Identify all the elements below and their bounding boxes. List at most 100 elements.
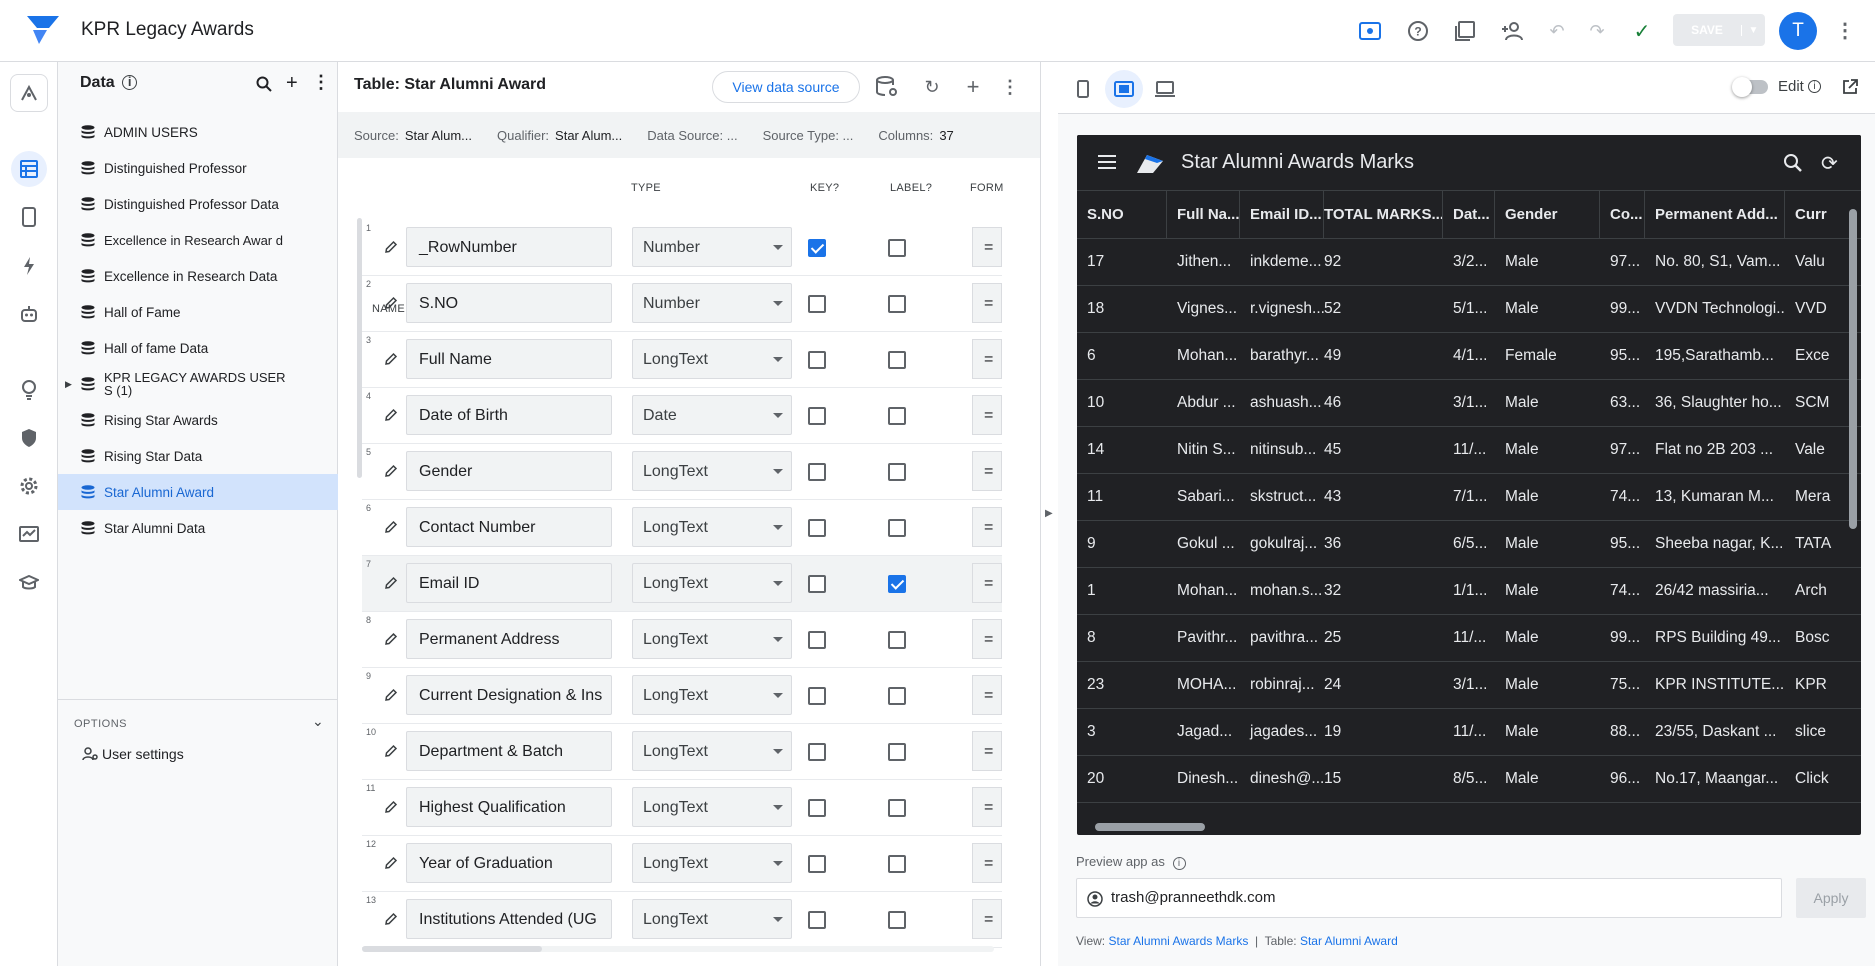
table-row[interactable]: 12 Year of Graduation LongText = <box>362 836 1002 892</box>
edit-pencil-icon[interactable] <box>384 632 398 646</box>
footer-view-link[interactable]: Star Alumni Awards Marks <box>1108 934 1248 948</box>
key-checkbox[interactable] <box>808 687 826 705</box>
formula-input[interactable]: = <box>972 619 1002 659</box>
column-type-select[interactable]: Number <box>632 227 792 267</box>
column-type-select[interactable]: Number <box>632 283 792 323</box>
grid-row[interactable]: 6 Mohan... barathyr... 49 4/1... Female 95... 1… <box>1077 333 1861 380</box>
rail-security-icon[interactable] <box>11 420 47 456</box>
column-name-input[interactable]: Contact Number <box>406 507 612 547</box>
label-checkbox[interactable] <box>888 799 906 817</box>
table-row[interactable]: 7 Email ID LongText = <box>362 556 1002 612</box>
open-external-icon[interactable] <box>1842 79 1858 95</box>
key-checkbox[interactable] <box>808 295 826 313</box>
sidebar-item-table[interactable]: Hall of Fame <box>58 294 338 330</box>
grid-row[interactable]: 17 Jithen... inkdeme... 92 3/2... Male 97... No… <box>1077 239 1861 286</box>
column-name-input[interactable]: Current Designation & Ins <box>406 675 612 715</box>
key-checkbox[interactable] <box>808 743 826 761</box>
formula-input[interactable]: = <box>972 787 1002 827</box>
table-row[interactable]: 9 Current Designation & Ins LongText = <box>362 668 1002 724</box>
apply-button[interactable]: Apply <box>1796 878 1866 918</box>
edit-toggle[interactable] <box>1732 77 1768 97</box>
formula-input[interactable]: = <box>972 563 1002 603</box>
app-title[interactable]: KPR Legacy Awards <box>81 19 254 41</box>
table-row[interactable]: 1 _RowNumber Number = <box>362 220 1002 276</box>
avatar[interactable]: T <box>1779 12 1817 50</box>
rail-automation-icon[interactable] <box>11 248 47 284</box>
grid-row[interactable]: 23 MOHA... robinraj... 24 3/1... Male 75... KPR… <box>1077 662 1861 709</box>
formula-input[interactable]: = <box>972 451 1002 491</box>
table-row[interactable]: 4 Date of Birth Date = <box>362 388 1002 444</box>
column-type-select[interactable]: LongText <box>632 899 792 939</box>
check-icon[interactable]: ✓ <box>1629 18 1655 44</box>
grid-row[interactable]: 9 Gokul ... gokulraj... 36 6/5... Male 95... Sh… <box>1077 521 1861 568</box>
grid-header-cell[interactable]: S.NO <box>1077 191 1167 238</box>
edit-pencil-icon[interactable] <box>384 688 398 702</box>
label-checkbox[interactable] <box>888 407 906 425</box>
sidebar-item-table[interactable]: Distinguished Professor Data <box>58 186 338 222</box>
grid-header-cell[interactable]: Email ID... <box>1240 191 1324 238</box>
column-type-select[interactable]: LongText <box>632 339 792 379</box>
chevron-down-icon[interactable]: ⌄ <box>312 713 324 730</box>
rail-idea-icon[interactable] <box>11 372 47 408</box>
column-type-select[interactable]: LongText <box>632 563 792 603</box>
help-icon[interactable]: ? <box>1405 18 1431 44</box>
grid-header-cell[interactable]: Co... <box>1600 191 1645 238</box>
label-checkbox[interactable] <box>888 351 906 369</box>
grid-header-cell[interactable]: TOTAL MARKS... <box>1314 191 1443 238</box>
appsheet-logo-icon[interactable] <box>27 16 59 46</box>
app-vertical-scrollbar[interactable] <box>1849 209 1857 529</box>
database-settings-icon[interactable] <box>874 74 900 100</box>
hamburger-menu-icon[interactable] <box>1097 154 1117 170</box>
add-person-icon[interactable] <box>1500 18 1526 44</box>
table-horizontal-scrollbar[interactable] <box>362 946 994 952</box>
save-button[interactable]: SAVE ▼ <box>1673 14 1765 46</box>
grid-header-cell[interactable]: Gender <box>1495 191 1600 238</box>
meta-datasource[interactable]: Data Source: ... <box>647 128 737 143</box>
sidebar-item-table[interactable]: Hall of fame Data <box>58 330 338 366</box>
sidebar-item-table[interactable]: Rising Star Awards <box>58 402 338 438</box>
edit-pencil-icon[interactable] <box>384 520 398 534</box>
data-more-icon[interactable]: ⋮ <box>312 72 330 93</box>
sidebar-item-table[interactable]: Excellence in Research Awar d <box>58 222 338 258</box>
app-sync-icon[interactable]: ⟳ <box>1821 151 1838 176</box>
sidebar-item-table[interactable]: Star Alumni Award <box>58 474 338 510</box>
meta-sourcetype[interactable]: Source Type: ... <box>763 128 854 143</box>
key-checkbox[interactable] <box>808 911 826 929</box>
label-checkbox[interactable] <box>888 911 906 929</box>
panel-splitter[interactable]: ▶ <box>1040 62 1058 966</box>
label-checkbox[interactable] <box>888 295 906 313</box>
column-name-input[interactable]: Department & Batch <box>406 731 612 771</box>
edit-pencil-icon[interactable] <box>384 240 398 254</box>
rail-bot-icon[interactable] <box>11 296 47 332</box>
grid-row[interactable]: 3 Jagad... jagades... 19 11/... Male 88... 23/5… <box>1077 709 1861 756</box>
label-checkbox[interactable] <box>888 631 906 649</box>
edit-pencil-icon[interactable] <box>384 408 398 422</box>
column-name-input[interactable]: Institutions Attended (UG <box>406 899 612 939</box>
edit-pencil-icon[interactable] <box>384 856 398 870</box>
key-checkbox[interactable] <box>808 799 826 817</box>
label-checkbox[interactable] <box>888 575 906 593</box>
grid-row[interactable]: 11 Sabari... skstruct... 43 7/1... Male 74... 1… <box>1077 474 1861 521</box>
key-checkbox[interactable] <box>808 575 826 593</box>
column-type-select[interactable]: LongText <box>632 451 792 491</box>
formula-input[interactable]: = <box>972 227 1002 267</box>
column-type-select[interactable]: LongText <box>632 619 792 659</box>
column-name-input[interactable]: S.NO <box>406 283 612 323</box>
user-settings-link[interactable]: User settings <box>82 746 184 762</box>
label-checkbox[interactable] <box>888 687 906 705</box>
chevron-right-icon[interactable]: ▶ <box>1045 508 1053 519</box>
label-checkbox[interactable] <box>888 239 906 257</box>
key-checkbox[interactable] <box>808 351 826 369</box>
column-name-input[interactable]: Gender <box>406 451 612 491</box>
key-checkbox[interactable] <box>808 407 826 425</box>
app-horizontal-scrollbar[interactable] <box>1095 823 1205 831</box>
app-search-icon[interactable] <box>1783 153 1803 173</box>
edit-pencil-icon[interactable] <box>384 352 398 366</box>
table-vertical-scrollbar[interactable] <box>357 218 362 478</box>
grid-header-cell[interactable]: Dat... <box>1443 191 1495 238</box>
label-checkbox[interactable] <box>888 519 906 537</box>
table-row[interactable]: 10 Department & Batch LongText = <box>362 724 1002 780</box>
grid-row[interactable]: 10 Abdur ... ashuash... 46 3/1... Male 63... 36… <box>1077 380 1861 427</box>
column-name-input[interactable]: Highest Qualification <box>406 787 612 827</box>
key-checkbox[interactable] <box>808 519 826 537</box>
